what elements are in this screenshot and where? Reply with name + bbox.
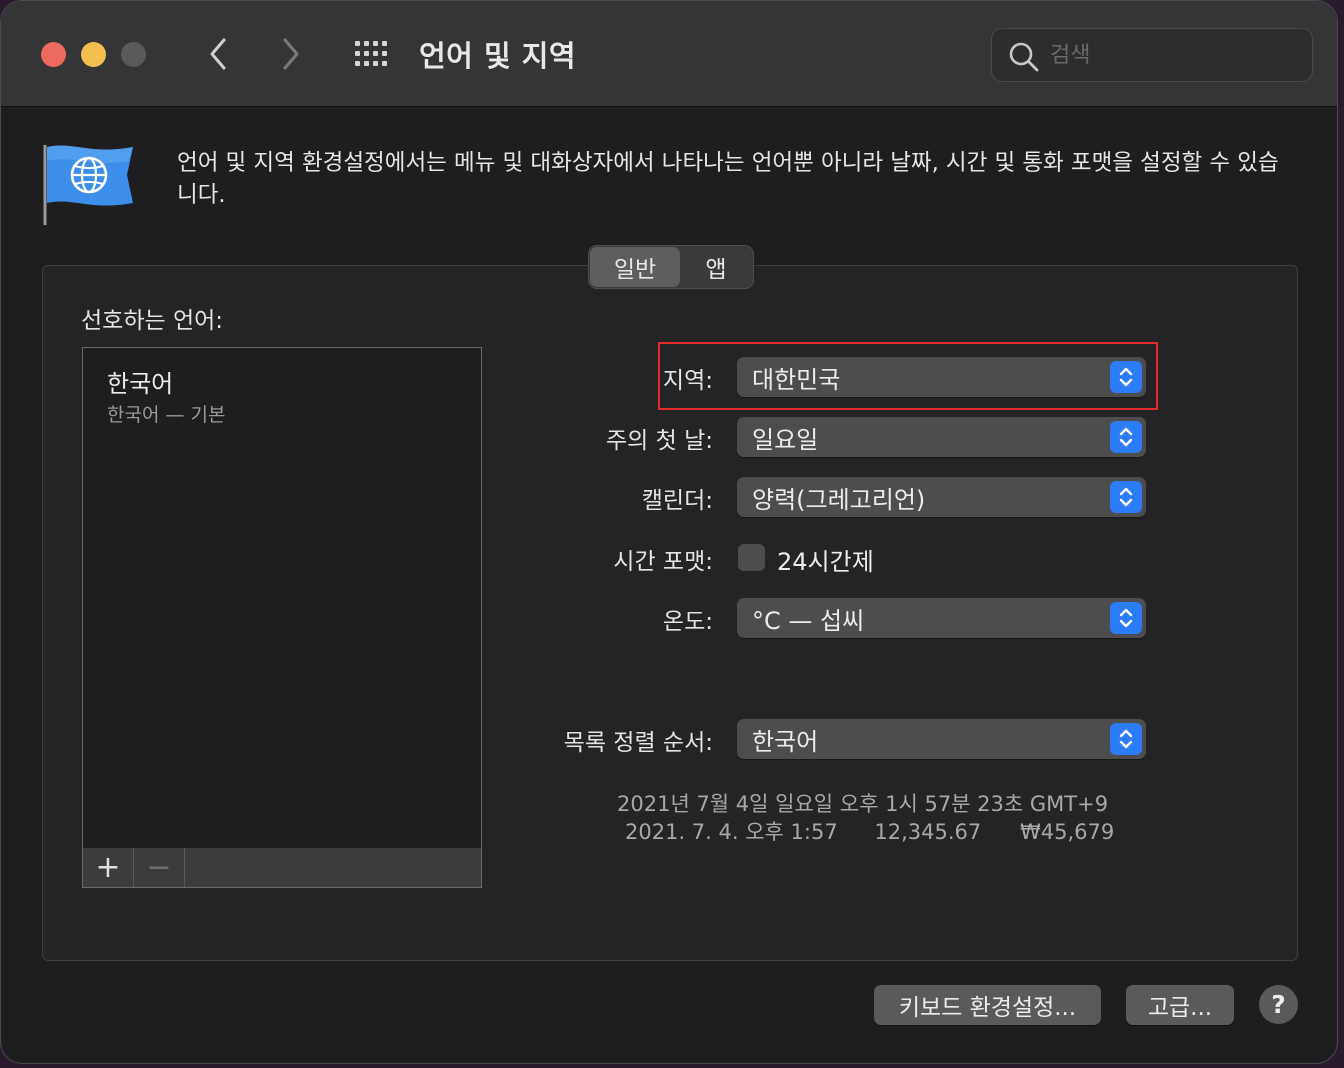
zoom-button[interactable]: [121, 42, 146, 67]
time-format-label: 시간 포맷:: [613, 549, 713, 575]
popup-stepper: [1110, 723, 1142, 755]
calendar-popup[interactable]: 양력(그레고리언): [737, 477, 1146, 517]
popup-stepper: [1110, 602, 1142, 634]
first-day-label: 주의 첫 날:: [605, 428, 713, 454]
show-all-button[interactable]: [351, 36, 395, 72]
title-bar: 언어 및 지역: [1, 1, 1337, 107]
calendar-value: 양력(그레고리언): [752, 486, 926, 514]
search-icon: [1009, 42, 1039, 72]
search-field[interactable]: [991, 28, 1313, 82]
24-hour-checkbox-label[interactable]: 24시간제: [777, 542, 874, 577]
forward-button[interactable]: [274, 34, 308, 74]
language-name: 한국어: [107, 370, 174, 398]
add-language-button[interactable]: +: [83, 848, 134, 887]
keyboard-preferences-button[interactable]: 키보드 환경설정...: [874, 985, 1101, 1025]
chevron-up-down-icon: [1119, 729, 1133, 749]
advanced-button[interactable]: 고급...: [1126, 985, 1234, 1025]
list-toolbar: + −: [82, 848, 482, 888]
back-button[interactable]: [201, 34, 235, 74]
tab-apps[interactable]: 앱: [681, 246, 751, 288]
preferences-window: 언어 및 지역 언어 및 지역 환경설정에서는 메뉴 및 대화상자에서 나타나는…: [0, 0, 1338, 1064]
region-highlight-box: [658, 342, 1158, 410]
number-sample: 12,345.67: [874, 820, 982, 844]
sort-order-value: 한국어: [752, 728, 819, 756]
calendar-label: 캘린더:: [641, 488, 713, 514]
24-hour-checkbox[interactable]: [738, 544, 765, 571]
search-input[interactable]: [1050, 39, 1290, 71]
sort-order-popup[interactable]: 한국어: [737, 719, 1146, 759]
tab-segmented-control: 일반 앱: [588, 245, 754, 289]
language-subtitle: 한국어 — 기본: [107, 404, 226, 426]
chevron-up-down-icon: [1119, 608, 1133, 628]
grid-icon: [355, 41, 387, 66]
short-date-sample: 2021. 7. 4. 오후 1:57: [625, 820, 838, 844]
close-button[interactable]: [41, 42, 66, 67]
tab-general[interactable]: 일반: [590, 247, 680, 287]
first-day-popup[interactable]: 일요일: [737, 417, 1146, 457]
window-title: 언어 및 지역: [419, 39, 577, 73]
currency-sample: ₩45,679: [1019, 820, 1115, 844]
help-button[interactable]: ?: [1259, 985, 1298, 1024]
format-samples: 2021. 7. 4. 오후 1:57 12,345.67 ₩45,679: [625, 816, 1114, 846]
preferred-languages-label: 선호하는 언어:: [81, 308, 224, 334]
long-date-sample: 2021년 7월 4일 일요일 오후 1시 57분 23초 GMT+9: [617, 792, 1109, 816]
popup-stepper: [1110, 421, 1142, 453]
temperature-popup[interactable]: °C — 섭씨: [737, 598, 1146, 638]
minimize-button[interactable]: [81, 42, 106, 67]
chevron-left-icon: [210, 38, 226, 70]
popup-stepper: [1110, 481, 1142, 513]
pane-description: 언어 및 지역 환경설정에서는 메뉴 및 대화상자에서 나타나는 언어뿐 아니라…: [177, 150, 1279, 208]
language-region-flag-icon: [43, 145, 133, 225]
temperature-label: 온도:: [662, 609, 713, 635]
first-day-value: 일요일: [752, 426, 819, 454]
temperature-value: °C — 섭씨: [752, 607, 865, 635]
chevron-up-down-icon: [1119, 427, 1133, 447]
sort-order-label: 목록 정렬 순서:: [563, 730, 713, 756]
chevron-up-down-icon: [1119, 487, 1133, 507]
remove-language-button[interactable]: −: [134, 848, 185, 887]
chevron-right-icon: [283, 38, 299, 70]
preferred-languages-list[interactable]: 한국어 한국어 — 기본: [82, 347, 482, 849]
